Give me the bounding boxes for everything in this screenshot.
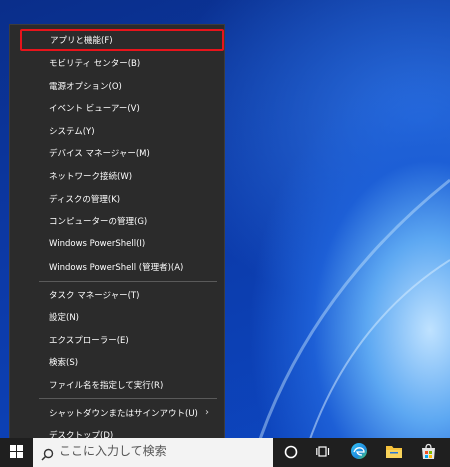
menu-item-task-manager[interactable]: タスク マネージャー(T) bbox=[10, 284, 224, 306]
menu-item-label: 電源オプション(O) bbox=[49, 82, 122, 92]
menu-item-computer-management[interactable]: コンピューターの管理(G) bbox=[10, 210, 224, 232]
menu-item-powershell[interactable]: Windows PowerShell(I) bbox=[10, 233, 224, 255]
menu-item-file-explorer[interactable]: エクスプローラー(E) bbox=[10, 329, 224, 351]
menu-item-apps-and-features[interactable]: アプリと機能(F) bbox=[20, 29, 224, 51]
menu-item-label: 検索(S) bbox=[49, 358, 79, 368]
menu-item-run[interactable]: ファイル名を指定して実行(R) bbox=[10, 374, 224, 396]
menu-item-system[interactable]: システム(Y) bbox=[10, 120, 224, 142]
menu-item-search[interactable]: 検索(S) bbox=[10, 351, 224, 373]
task-view-icon bbox=[316, 444, 332, 463]
menu-item-power-options[interactable]: 電源オプション(O) bbox=[10, 75, 224, 97]
menu-item-label: エクスプローラー(E) bbox=[49, 336, 129, 346]
menu-item-label: シャットダウンまたはサインアウト(U) bbox=[49, 409, 198, 419]
taskbar: ここに入力して検索 bbox=[0, 438, 450, 467]
menu-item-label: 設定(N) bbox=[49, 313, 79, 323]
menu-item-label: タスク マネージャー(T) bbox=[49, 291, 140, 301]
menu-item-label: システム(Y) bbox=[49, 127, 95, 137]
menu-separator bbox=[39, 281, 217, 282]
menu-item-label: コンピューターの管理(G) bbox=[49, 217, 148, 227]
menu-item-label: デバイス マネージャー(M) bbox=[49, 149, 150, 159]
menu-item-disk-management[interactable]: ディスクの管理(K) bbox=[10, 188, 224, 210]
menu-item-network-connections[interactable]: ネットワーク接続(W) bbox=[10, 165, 224, 187]
menu-item-label: ファイル名を指定して実行(R) bbox=[49, 381, 164, 391]
winx-context-menu: アプリと機能(F) モビリティ センター(B) 電源オプション(O) イベント … bbox=[9, 24, 225, 443]
file-explorer-icon bbox=[385, 444, 403, 463]
edge-button[interactable] bbox=[348, 442, 370, 464]
taskbar-search-box[interactable]: ここに入力して検索 bbox=[33, 438, 273, 467]
menu-item-device-manager[interactable]: デバイス マネージャー(M) bbox=[10, 142, 224, 164]
menu-item-label: モビリティ センター(B) bbox=[49, 59, 141, 69]
search-icon bbox=[41, 446, 54, 465]
menu-item-event-viewer[interactable]: イベント ビューアー(V) bbox=[10, 97, 224, 119]
start-button[interactable] bbox=[0, 438, 33, 467]
menu-item-powershell-admin[interactable]: Windows PowerShell (管理者)(A) bbox=[10, 256, 224, 278]
store-icon bbox=[420, 443, 437, 464]
menu-item-label: Windows PowerShell(I) bbox=[49, 239, 146, 249]
edge-icon bbox=[350, 442, 368, 464]
menu-item-label: Windows PowerShell (管理者)(A) bbox=[49, 263, 184, 273]
windows-start-icon bbox=[10, 443, 23, 462]
cortana-button[interactable] bbox=[280, 442, 302, 464]
menu-item-label: ネットワーク接続(W) bbox=[49, 172, 133, 182]
chevron-right-icon: › bbox=[205, 407, 209, 418]
menu-item-mobility-center[interactable]: モビリティ センター(B) bbox=[10, 52, 224, 74]
cortana-icon bbox=[284, 444, 298, 463]
menu-item-label: アプリと機能(F) bbox=[50, 36, 113, 46]
search-placeholder: ここに入力して検索 bbox=[59, 444, 167, 458]
menu-item-settings[interactable]: 設定(N) bbox=[10, 306, 224, 328]
menu-separator bbox=[39, 398, 217, 399]
task-view-button[interactable] bbox=[313, 442, 335, 464]
store-button[interactable] bbox=[417, 442, 439, 464]
menu-item-shutdown-signout[interactable]: シャットダウンまたはサインアウト(U) › bbox=[10, 402, 224, 424]
file-explorer-button[interactable] bbox=[383, 442, 405, 464]
menu-item-label: ディスクの管理(K) bbox=[49, 195, 121, 205]
menu-item-label: イベント ビューアー(V) bbox=[49, 104, 140, 114]
